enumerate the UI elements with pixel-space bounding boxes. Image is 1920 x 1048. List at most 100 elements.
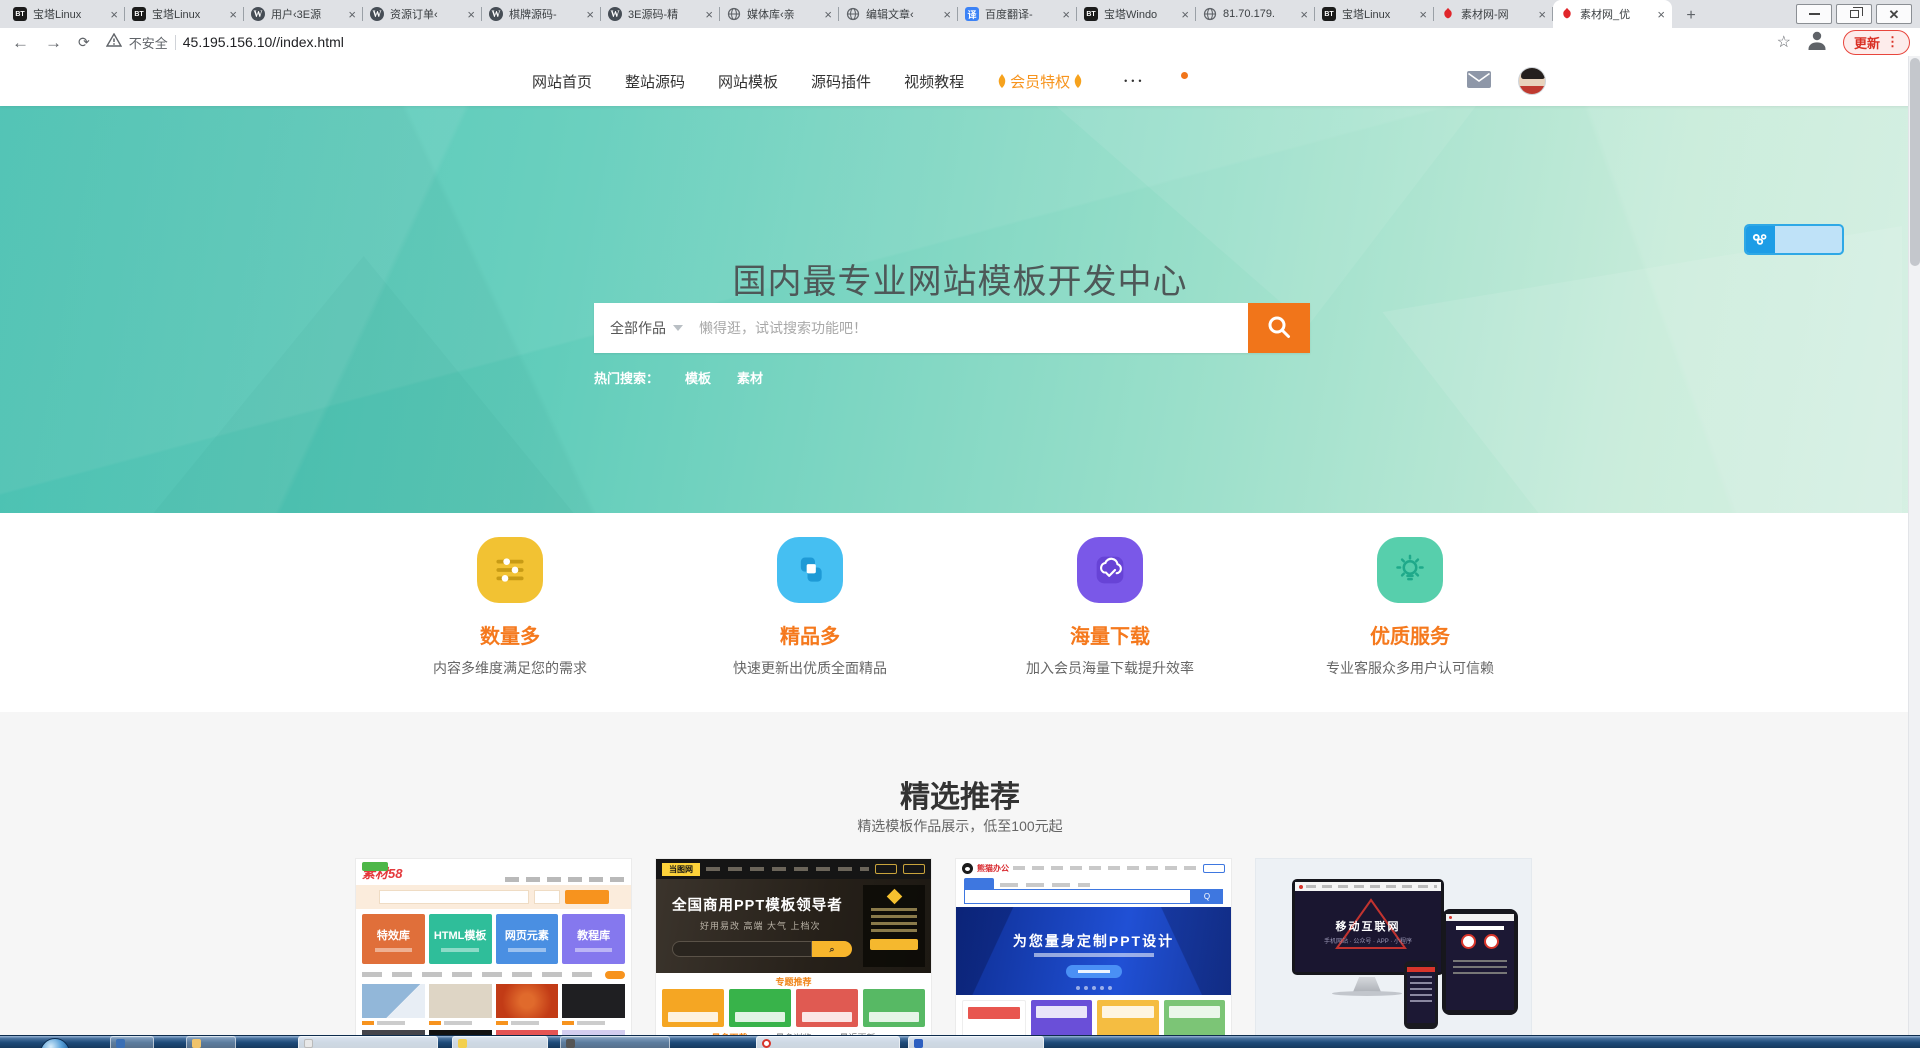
back-button[interactable]: ← [12, 34, 29, 51]
tab-wordpress-orders[interactable]: W资源订单‹× [363, 0, 482, 28]
app-icon [116, 1039, 125, 1048]
search-input[interactable] [697, 319, 1248, 337]
search-bar: 全部作品 [594, 303, 1310, 353]
featured-card-sucai58[interactable]: 素材58 特效库 HTML模板 网页元素 教程库 [355, 858, 632, 1035]
tab-label: 素材网-网 [1461, 6, 1532, 22]
more-menu-button[interactable]: ••• [1124, 76, 1145, 86]
vip-label: 会员特权 [1010, 71, 1070, 92]
mock-nav-bars [706, 867, 869, 871]
tab-sucai-active[interactable]: 素材网_优× [1553, 0, 1672, 28]
tab-label: 媒体库‹亲 [747, 6, 818, 22]
taskbar-button-chrome[interactable] [756, 1036, 900, 1048]
vertical-scrollbar[interactable] [1908, 56, 1920, 1035]
hot-search-label: 热门搜索： [594, 368, 659, 387]
mock-promo-tiles [956, 995, 1231, 1035]
mock-subline-bar [1034, 953, 1154, 957]
mock-search-row: ⌕ [672, 941, 852, 957]
close-icon[interactable]: × [1181, 8, 1189, 21]
hot-link-material[interactable]: 素材 [737, 368, 763, 387]
close-icon[interactable]: × [943, 8, 951, 21]
tab-baidu-translate[interactable]: 译百度翻译-× [958, 0, 1077, 28]
mail-icon[interactable] [1467, 71, 1491, 93]
mock-pill [1203, 864, 1225, 873]
hot-link-template[interactable]: 模板 [685, 368, 711, 387]
tab-label: 用户‹3E源 [271, 6, 342, 22]
search-category-dropdown[interactable]: 全部作品 [594, 318, 697, 338]
reload-button[interactable]: ⟳ [78, 34, 90, 51]
mock-search-area: Q [956, 877, 1231, 907]
tab-ip-site[interactable]: 81.70.179.× [1196, 0, 1315, 28]
featured-card-dangtu[interactable]: 当图网 全国商用PPT模板领导者 好用易改 高端 大气 上档次 ⌕ [655, 858, 932, 1035]
mock-section-label: 专题推荐 [656, 973, 931, 989]
forward-button[interactable]: → [45, 34, 62, 51]
close-icon[interactable]: × [229, 8, 237, 21]
close-icon[interactable]: × [1300, 8, 1308, 21]
tab-baota-1[interactable]: BT宝塔Linux× [6, 0, 125, 28]
close-icon[interactable]: × [586, 8, 594, 21]
tab-label: 宝塔Linux [1342, 6, 1413, 22]
mock-search-button: Q [1191, 889, 1223, 904]
tab-baota-3[interactable]: BT 宝塔Linux × [1315, 0, 1434, 28]
omnibox[interactable]: 不安全 45.195.156.10//index.html [106, 33, 344, 52]
close-icon[interactable]: × [467, 8, 475, 21]
tab-wordpress-3e[interactable]: W 3E源码-精 × [601, 0, 720, 28]
new-tab-button[interactable]: + [1678, 4, 1704, 28]
restore-button[interactable] [1836, 4, 1872, 24]
nav-item-fullsite-source[interactable]: 整站源码 [625, 71, 685, 92]
tab-edit-article[interactable]: 编辑文章‹× [839, 0, 958, 28]
url-text[interactable]: 45.195.156.10//index.html [183, 34, 344, 50]
netdisk-widget[interactable] [1744, 224, 1844, 255]
close-icon[interactable]: × [1538, 8, 1546, 21]
taskbar-button[interactable] [186, 1036, 236, 1048]
section-title: 精选推荐 [0, 772, 1920, 816]
tile-label: 教程库 [577, 927, 610, 943]
scrollbar-thumb[interactable] [1910, 58, 1920, 266]
chevron-down-icon [673, 325, 683, 331]
taskbar-button[interactable] [110, 1036, 154, 1048]
close-icon[interactable]: × [1062, 8, 1070, 21]
baota-icon: BT [1084, 7, 1098, 21]
tab-wordpress-qipai[interactable]: W棋牌源码-× [482, 0, 601, 28]
nav-item-home[interactable]: 网站首页 [532, 71, 592, 92]
close-icon[interactable]: × [824, 8, 832, 21]
mock-search-button [565, 890, 609, 904]
close-icon[interactable]: × [1657, 8, 1665, 21]
minimize-button[interactable] [1796, 4, 1832, 24]
update-button[interactable]: 更新⋮ [1843, 30, 1910, 55]
mock-header: 熊猫办公 [956, 859, 1231, 877]
baidu-translate-icon: 译 [965, 7, 979, 21]
address-bar-actions: ☆ 更新⋮ [1777, 28, 1910, 56]
start-button[interactable] [40, 1038, 70, 1048]
tab-wordpress-users[interactable]: W用户‹3E源× [244, 0, 363, 28]
tab-label: 3E源码-精 [628, 6, 699, 22]
mock-tile: 教程库 [562, 914, 625, 964]
tab-baota-2[interactable]: BT宝塔Linux× [125, 0, 244, 28]
nav-item-vip[interactable]: 会员特权 [997, 71, 1083, 92]
close-icon[interactable]: × [110, 8, 118, 21]
search-button[interactable] [1248, 303, 1310, 353]
profile-avatar-icon[interactable] [1805, 28, 1829, 57]
taskbar-button[interactable] [452, 1036, 548, 1048]
baota-icon: BT [1322, 7, 1336, 21]
mock-cta-button [1066, 965, 1122, 978]
featured-card-devices[interactable]: 移动互联网 手机网站 · 公众号 · APP · 小程序 [1255, 858, 1532, 1035]
close-icon[interactable]: × [705, 8, 713, 21]
wordpress-icon: W [608, 7, 622, 21]
mock-tile [863, 989, 925, 1027]
nav-item-templates[interactable]: 网站模板 [718, 71, 778, 92]
mock-hero: 为您量身定制PPT设计 [956, 907, 1231, 995]
taskbar-button[interactable] [908, 1036, 1044, 1048]
taskbar-button[interactable] [560, 1036, 670, 1048]
featured-card-panda[interactable]: 熊猫办公 Q 为您量身定制PPT设计 [955, 858, 1232, 1035]
nav-item-plugins[interactable]: 源码插件 [811, 71, 871, 92]
tab-sucai-1[interactable]: 素材网-网 × [1434, 0, 1553, 28]
nav-item-video-tutorials[interactable]: 视频教程 [904, 71, 964, 92]
user-avatar[interactable] [1518, 67, 1546, 95]
close-icon[interactable]: × [1419, 8, 1427, 21]
tab-media-library[interactable]: 媒体库‹亲 × [720, 0, 839, 28]
bookmark-star-icon[interactable]: ☆ [1777, 32, 1791, 52]
taskbar-button[interactable] [298, 1036, 438, 1048]
close-icon[interactable]: × [348, 8, 356, 21]
close-window-button[interactable]: ✕ [1876, 4, 1912, 24]
tab-baota-windows[interactable]: BT宝塔Windo× [1077, 0, 1196, 28]
